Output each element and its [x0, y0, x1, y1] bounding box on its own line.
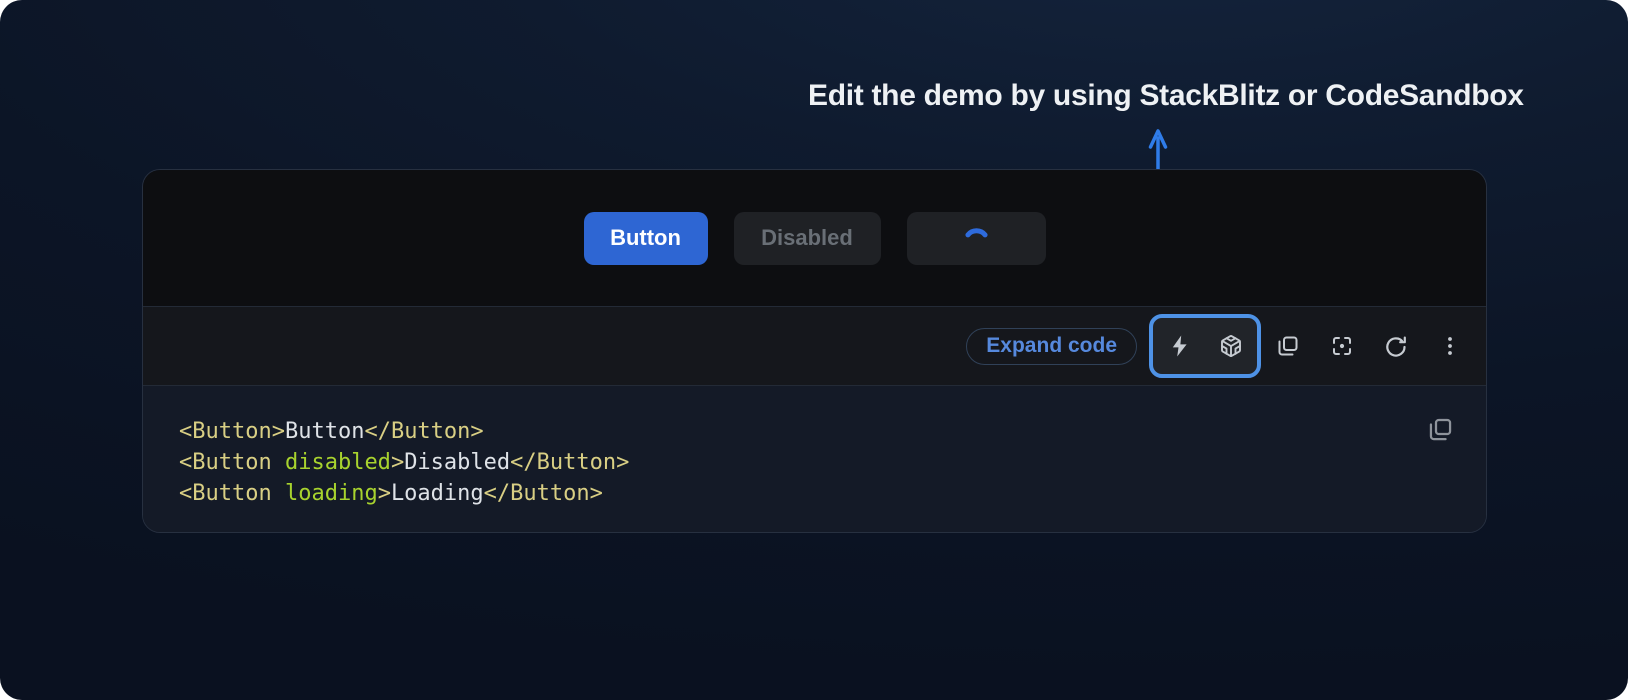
sandbox-highlight-group	[1149, 314, 1261, 378]
code-block: <Button>Button</Button><Button disabled>…	[143, 386, 1486, 532]
screenshot-canvas: Edit the demo by using StackBlitz or Cod…	[0, 0, 1628, 700]
focus-scan-icon[interactable]	[1330, 334, 1354, 358]
spinner-icon	[963, 225, 990, 252]
disabled-button: Disabled	[734, 212, 881, 265]
code-line: <Button>Button</Button>	[179, 416, 1450, 447]
copy-icon[interactable]	[1276, 334, 1300, 358]
annotation-text: Edit the demo by using StackBlitz or Cod…	[808, 79, 1484, 113]
more-vertical-icon[interactable]	[1438, 334, 1462, 358]
loading-button[interactable]	[907, 212, 1046, 265]
refresh-icon[interactable]	[1384, 334, 1408, 358]
demo-preview-area: Button Disabled	[143, 170, 1486, 306]
code-content: <Button>Button</Button><Button disabled>…	[179, 416, 1450, 509]
primary-button[interactable]: Button	[584, 212, 708, 265]
code-copy-icon[interactable]	[1427, 416, 1454, 443]
codesandbox-icon[interactable]	[1219, 334, 1243, 358]
demo-toolbar: Expand code	[143, 306, 1486, 386]
stackblitz-bolt-icon[interactable]	[1168, 334, 1192, 358]
demo-card: Button Disabled Expand code	[142, 169, 1487, 533]
code-line: <Button loading>Loading</Button>	[179, 478, 1450, 509]
code-line: <Button disabled>Disabled</Button>	[179, 447, 1450, 478]
expand-code-button[interactable]: Expand code	[966, 328, 1137, 365]
